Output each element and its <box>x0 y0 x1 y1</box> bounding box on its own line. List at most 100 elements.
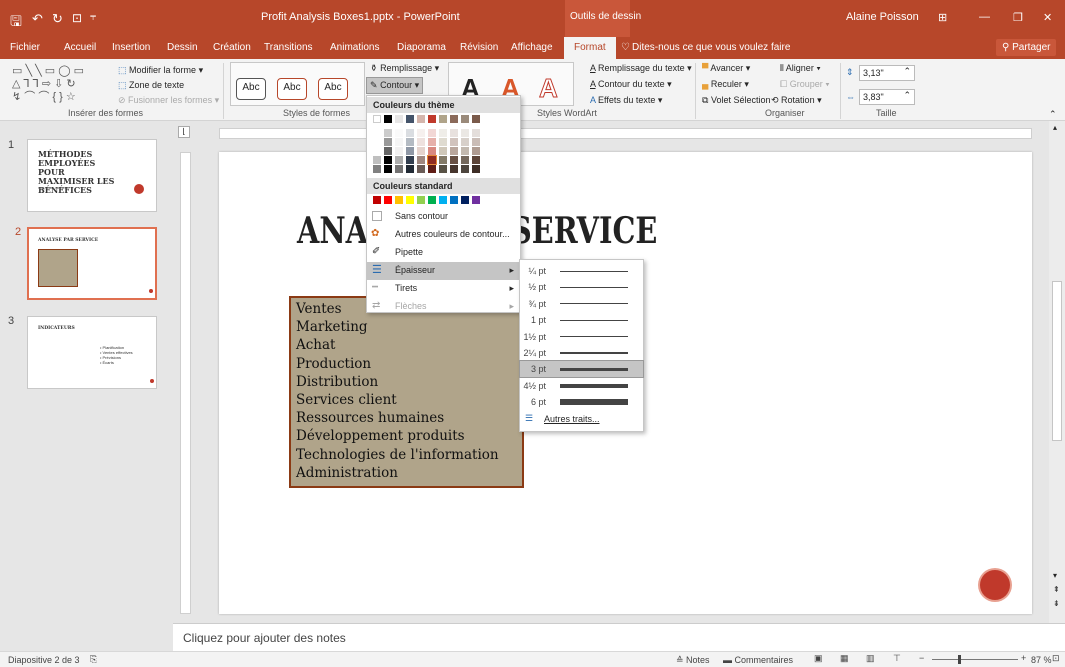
theme-color-swatch[interactable] <box>384 115 392 123</box>
standard-color-row[interactable] <box>370 196 518 206</box>
theme-color-swatch[interactable] <box>439 115 447 123</box>
standard-color-swatch[interactable] <box>450 196 458 204</box>
save-icon[interactable]: 🖫 <box>10 11 22 35</box>
slide-sorter-icon[interactable]: ▦ <box>840 653 849 664</box>
weight-option[interactable]: 3 pt <box>519 360 644 379</box>
scroll-up-icon[interactable]: ▴ <box>1053 123 1057 132</box>
theme-color-swatch[interactable] <box>417 138 425 146</box>
scroll-down-icon[interactable]: ▾ <box>1053 571 1057 580</box>
theme-color-swatch[interactable] <box>417 156 425 164</box>
standard-color-swatch[interactable] <box>461 196 469 204</box>
tab-diaporama[interactable]: Diaporama <box>397 42 446 53</box>
theme-color-swatch[interactable] <box>384 156 392 164</box>
standard-color-swatch[interactable] <box>373 196 381 204</box>
scroll-thumb[interactable] <box>1052 281 1062 441</box>
departments-textbox[interactable]: Ventes Marketing Achat Production Distri… <box>289 296 524 488</box>
close-icon[interactable]: ✕ <box>1043 11 1052 24</box>
theme-color-swatch[interactable] <box>428 165 436 173</box>
standard-color-swatch[interactable] <box>417 196 425 204</box>
theme-color-swatch[interactable] <box>472 147 480 155</box>
slide-thumbnail-2[interactable]: ANALYSE PAR SERVICE <box>27 227 157 300</box>
merge-shapes-button[interactable]: ⊘ Fusionner les formes ▾ <box>118 95 219 106</box>
theme-color-swatch[interactable] <box>461 129 469 137</box>
theme-color-swatch[interactable] <box>373 156 381 164</box>
weight-option[interactable]: ¾ pt <box>520 296 643 312</box>
theme-color-swatch[interactable] <box>450 129 458 137</box>
weight-item[interactable]: ☰ Épaisseur ▸ <box>367 262 520 280</box>
theme-color-swatch[interactable] <box>472 138 480 146</box>
customize-qat-icon[interactable]: ⫧ <box>90 11 96 24</box>
previous-slide-icon[interactable]: ⇞ <box>1053 585 1060 594</box>
tab-selector-icon[interactable]: ⌊ <box>178 126 190 138</box>
style-preset-1[interactable]: Abc <box>236 78 266 100</box>
shape-styles-gallery[interactable]: Abc Abc Abc <box>230 62 365 106</box>
tab-transitions[interactable]: Transitions <box>264 42 313 53</box>
standard-color-swatch[interactable] <box>395 196 403 204</box>
standard-color-swatch[interactable] <box>406 196 414 204</box>
spinner-icon[interactable]: ⌃ <box>903 90 911 101</box>
no-outline-item[interactable]: Sans contour <box>367 208 520 226</box>
theme-color-swatch[interactable] <box>384 165 392 173</box>
theme-color-swatch[interactable] <box>461 156 469 164</box>
theme-color-swatch[interactable] <box>406 129 414 137</box>
zoom-slider[interactable] <box>932 659 1018 660</box>
theme-color-swatch[interactable] <box>384 138 392 146</box>
share-button[interactable]: ⚲ Partager <box>996 39 1057 56</box>
text-fill-button[interactable]: A Remplissage du texte ▾ <box>590 63 692 74</box>
theme-color-swatch[interactable] <box>417 115 425 123</box>
more-outline-colors-item[interactable]: ✿ Autres couleurs de contour... <box>367 226 520 244</box>
theme-color-swatch[interactable] <box>395 165 403 173</box>
spinner-icon[interactable]: ⌃ <box>903 66 911 77</box>
zoom-thumb[interactable] <box>958 655 961 664</box>
bring-forward-button[interactable]: ▀ Avancer ▾ <box>702 63 750 74</box>
text-effects-button[interactable]: A Effets du texte ▾ <box>590 95 662 106</box>
theme-color-swatch[interactable] <box>450 165 458 173</box>
slide-thumbnail-3[interactable]: INDICATEURS • Planification • Ventes eff… <box>27 316 157 389</box>
theme-color-swatch[interactable] <box>439 165 447 173</box>
zoom-out-icon[interactable]: − <box>919 653 924 663</box>
selection-pane-button[interactable]: ⧉ Volet Sélection <box>702 95 770 106</box>
theme-color-swatch[interactable] <box>461 147 469 155</box>
send-backward-button[interactable]: ▄ Reculer ▾ <box>702 79 749 90</box>
tab-accueil[interactable]: Accueil <box>64 42 96 53</box>
shapes-gallery[interactable]: ▭ ╲ ╲ ▭ ◯ ▭ △ ⅂ ⅂ ⇨ ⇩ ↻ ↯ ⌒ ⌒ { } ☆ <box>12 65 112 105</box>
theme-color-swatch[interactable] <box>373 147 381 155</box>
dashes-item[interactable]: ┅ Tirets ▸ <box>367 280 520 298</box>
theme-color-swatch[interactable] <box>472 156 480 164</box>
theme-color-swatch[interactable] <box>373 138 381 146</box>
theme-color-swatch[interactable] <box>373 165 381 173</box>
tab-dessin[interactable]: Dessin <box>167 42 198 53</box>
normal-view-icon[interactable]: ▣ <box>814 653 823 664</box>
theme-color-swatch[interactable] <box>428 138 436 146</box>
contour-button[interactable]: ✎ Contour ▾ <box>366 77 424 94</box>
reading-view-icon[interactable]: ▥ <box>866 653 875 664</box>
weight-option[interactable]: 1½ pt <box>520 329 643 345</box>
theme-color-swatch[interactable] <box>450 156 458 164</box>
theme-color-swatch[interactable] <box>472 115 480 123</box>
vertical-scrollbar[interactable]: ▴ ▾ ⇞ ⇟ <box>1049 121 1065 623</box>
zoom-level[interactable]: 87 % <box>1031 655 1052 665</box>
next-slide-icon[interactable]: ⇟ <box>1053 599 1060 608</box>
user-name[interactable]: Alaine Poisson <box>846 11 919 23</box>
notes-pane[interactable]: Cliquez pour ajouter des notes <box>173 623 1065 651</box>
theme-color-swatch[interactable] <box>373 115 381 123</box>
weight-option[interactable]: 6 pt <box>520 394 643 410</box>
collapse-ribbon-icon[interactable]: ⌃ <box>1049 109 1057 120</box>
vertical-ruler[interactable] <box>180 152 191 614</box>
notes-button[interactable]: ≙ Notes <box>676 655 710 666</box>
eyedropper-item[interactable]: ✐ Pipette <box>367 244 520 262</box>
theme-color-swatch[interactable] <box>428 115 436 123</box>
start-slideshow-icon[interactable]: ⊡ <box>72 11 82 25</box>
horizontal-ruler[interactable] <box>219 128 1032 139</box>
standard-color-swatch[interactable] <box>428 196 436 204</box>
theme-color-swatch[interactable] <box>417 129 425 137</box>
tab-creation[interactable]: Création <box>213 42 251 53</box>
tab-affichage[interactable]: Affichage <box>511 42 553 53</box>
undo-icon[interactable]: ↶ <box>32 11 43 27</box>
theme-color-swatch[interactable] <box>439 138 447 146</box>
group-button[interactable]: ⧠ Grouper ▾ <box>780 79 830 90</box>
rotate-button[interactable]: ⟲ Rotation ▾ <box>771 95 822 106</box>
weight-option[interactable]: 1 pt <box>520 312 643 328</box>
width-field[interactable]: 3,83" ⌃ <box>859 89 915 105</box>
style-preset-3[interactable]: Abc <box>318 78 348 100</box>
